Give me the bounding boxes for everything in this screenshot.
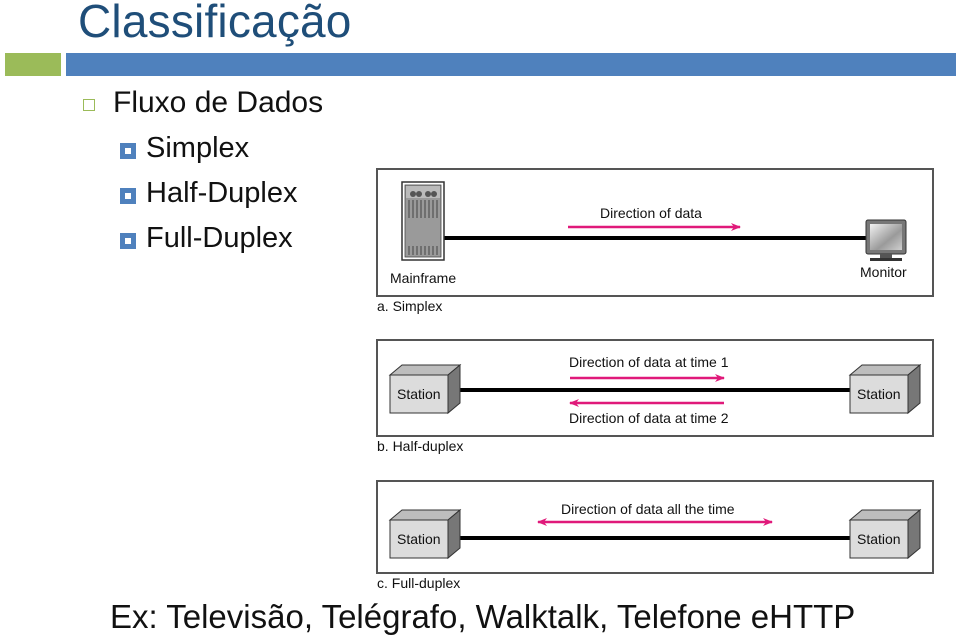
square-bullet-icon [120, 143, 136, 159]
slide-title: Classificação [78, 0, 352, 47]
accent-bar-blue [66, 53, 956, 76]
full-duplex-diagram-svg: Station Station Direction of data all th… [388, 501, 922, 560]
simplex-diagram: Mainframe Direction of data Monitor [376, 168, 934, 297]
monitor-icon [865, 219, 907, 261]
monitor-label: Monitor [860, 264, 907, 280]
arrow-label: Direction of data [600, 205, 702, 221]
arrow-label: Direction of data all the time [561, 501, 735, 517]
sub-bullet-text: Half-Duplex [146, 177, 298, 209]
half-duplex-diagram-svg: Station Station Direction of data at tim… [388, 354, 922, 426]
sub-bullet-text: Full-Duplex [146, 222, 293, 254]
hollow-square-bullet-icon [83, 99, 95, 111]
station-label-left: Station [397, 386, 441, 402]
half-duplex-caption: b. Half-duplex [377, 438, 464, 454]
simplex-caption: a. Simplex [377, 298, 443, 314]
station-label-left: Station [397, 531, 441, 547]
mainframe-label: Mainframe [390, 270, 456, 286]
square-bullet-icon [120, 233, 136, 249]
half-duplex-diagram: Station Station Direction of data at tim… [376, 339, 934, 437]
square-bullet-icon [120, 188, 136, 204]
sub-bullet-text: Simplex [146, 132, 250, 164]
full-duplex-diagram: Station Station Direction of data all th… [376, 480, 934, 574]
arrow-label-time-1: Direction of data at time 1 [569, 354, 729, 370]
full-duplex-caption: c. Full-duplex [377, 575, 461, 591]
accent-bar-green [5, 53, 61, 76]
arrow-label-time-2: Direction of data at time 2 [569, 410, 729, 426]
simplex-diagram-svg: Mainframe Direction of data Monitor [390, 181, 907, 286]
bullet-text: Fluxo de Dados [113, 86, 324, 119]
station-label-right: Station [857, 386, 901, 402]
station-label-right: Station [857, 531, 901, 547]
examples-text: Ex: Televisão, Telégrafo, Walktalk, Tele… [110, 598, 856, 635]
mainframe-icon [401, 181, 445, 261]
